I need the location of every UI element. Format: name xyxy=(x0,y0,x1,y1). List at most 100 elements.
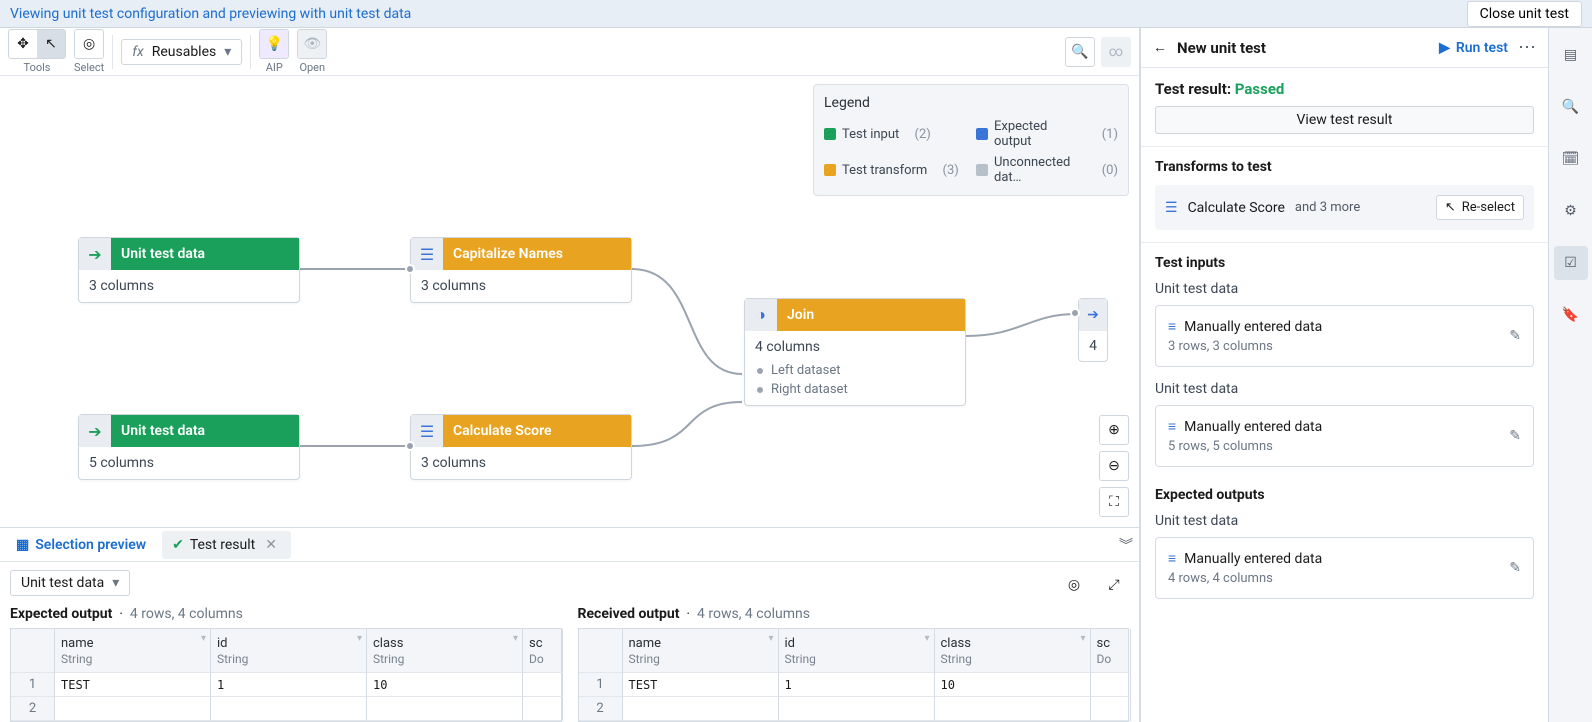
cell[interactable] xyxy=(935,697,1091,721)
zoom-in-icon: ⊕ xyxy=(1108,422,1120,438)
rail-settings[interactable]: ⚙ xyxy=(1554,194,1588,228)
cell[interactable] xyxy=(1091,697,1131,721)
reusables-label: Reusables xyxy=(152,44,217,60)
run-test-button[interactable]: ▶Run test xyxy=(1439,40,1508,56)
panel-title: New unit test xyxy=(1177,39,1266,57)
pan-tool[interactable]: ✥ xyxy=(9,30,37,58)
col-header[interactable]: class xyxy=(373,636,403,651)
caret-down-icon[interactable]: ▾ xyxy=(201,633,206,644)
cell[interactable] xyxy=(523,697,563,721)
right-rail: ▤ 🔍 🗓 ⚙ ☑ 🔖 xyxy=(1548,28,1592,722)
cell[interactable]: TEST xyxy=(55,673,211,697)
canvas[interactable]: Legend Test input (2) Expected output (1… xyxy=(0,76,1139,527)
pencil-icon: ✎ xyxy=(1509,560,1521,576)
input-arrow-icon: ➔ xyxy=(88,422,101,441)
cell[interactable]: 10 xyxy=(367,673,523,697)
tab-test-result[interactable]: ✔Test result✕ xyxy=(162,531,291,559)
col-header[interactable]: id xyxy=(785,636,796,651)
cell[interactable] xyxy=(779,697,935,721)
rail-add-panel[interactable]: ▤ xyxy=(1554,38,1588,72)
zoom-fit-button[interactable]: ⛶ xyxy=(1099,487,1129,517)
col-header[interactable]: sc xyxy=(1097,636,1111,651)
view-test-result-button[interactable]: View test result xyxy=(1155,106,1534,134)
cell[interactable] xyxy=(367,697,523,721)
rail-schedule[interactable]: 🗓 xyxy=(1554,142,1588,176)
back-button[interactable]: ← xyxy=(1153,39,1167,56)
col-header[interactable]: sc xyxy=(529,636,543,651)
cell[interactable] xyxy=(55,697,211,721)
transform-more: and 3 more xyxy=(1295,200,1360,215)
col-type: String xyxy=(373,652,404,666)
node-subtitle: 3 columns xyxy=(411,447,631,479)
open-button[interactable]: 👁 xyxy=(298,30,326,58)
col-header[interactable]: name xyxy=(61,636,94,651)
close-tab-icon[interactable]: ✕ xyxy=(261,537,281,553)
rail-tag[interactable]: 🔖 xyxy=(1554,298,1588,332)
fit-icon: ⛶ xyxy=(1109,494,1119,510)
expected-output-meta: 4 rows, 4 columns xyxy=(130,606,243,622)
rail-search[interactable]: 🔍 xyxy=(1554,90,1588,124)
caret-down-icon[interactable]: ▾ xyxy=(513,633,518,644)
cell[interactable]: TEST xyxy=(623,673,779,697)
tab-selection-preview[interactable]: ▦Selection preview xyxy=(6,531,156,559)
col-header[interactable]: name xyxy=(629,636,662,651)
node-calculate-score[interactable]: ☰Calculate Score 3 columns xyxy=(410,414,632,480)
card-subtitle: 5 rows, 5 columns xyxy=(1168,439,1322,454)
close-unit-test-button[interactable]: Close unit test xyxy=(1467,1,1582,27)
legend-label: Expected output xyxy=(994,119,1086,149)
row-index: 1 xyxy=(579,673,623,697)
edit-button[interactable]: ✎ xyxy=(1509,428,1521,444)
col-header[interactable]: class xyxy=(941,636,971,651)
cell[interactable]: 1 xyxy=(779,673,935,697)
select-tool[interactable]: ◎ xyxy=(75,30,103,58)
expand-button[interactable]: ⤢ xyxy=(1099,570,1129,600)
cell[interactable] xyxy=(1091,673,1131,697)
more-menu-button[interactable]: ⋯ xyxy=(1518,37,1536,58)
test-input-card-2[interactable]: ≡Manually entered data 5 rows, 5 columns… xyxy=(1155,405,1534,467)
zoom-in-button[interactable]: ⊕ xyxy=(1099,415,1129,445)
cell[interactable]: 10 xyxy=(935,673,1091,697)
test-input-card-1[interactable]: ≡Manually entered data 3 rows, 3 columns… xyxy=(1155,305,1534,367)
received-output-meta: 4 rows, 4 columns xyxy=(697,606,810,622)
expected-output-title: Expected output xyxy=(10,606,112,622)
legend: Legend Test input (2) Expected output (1… xyxy=(813,84,1129,196)
panel-icon: ▤ xyxy=(1564,47,1577,63)
zoom-out-button[interactable]: ⊖ xyxy=(1099,451,1129,481)
play-icon: ▶ xyxy=(1439,40,1450,56)
dataset-dropdown[interactable]: Unit test data▾ xyxy=(10,570,130,596)
node-test-input-1[interactable]: ➔Unit test data 3 columns xyxy=(78,237,300,303)
caret-down-icon[interactable]: ▾ xyxy=(357,633,362,644)
search-button[interactable]: 🔍 xyxy=(1065,37,1095,67)
reselect-button[interactable]: ↖Re-select xyxy=(1436,195,1524,220)
caret-down-icon[interactable]: ▾ xyxy=(1080,633,1085,644)
caret-down-icon[interactable]: ▾ xyxy=(768,633,773,644)
edit-button[interactable]: ✎ xyxy=(1509,560,1521,576)
link-button[interactable]: ∞ xyxy=(1101,37,1131,67)
cell[interactable]: 1 xyxy=(211,673,367,697)
join-icon: ◑ xyxy=(756,305,766,325)
reusables-dropdown[interactable]: fx Reusables ▾ xyxy=(121,39,242,65)
pointer-tool[interactable]: ↖ xyxy=(37,30,65,58)
edit-button[interactable]: ✎ xyxy=(1509,328,1521,344)
aip-button[interactable]: 💡 xyxy=(260,30,288,58)
rail-tests[interactable]: ☑ xyxy=(1554,246,1588,280)
locate-button[interactable]: ◎ xyxy=(1059,570,1089,600)
node-title: Join xyxy=(777,299,965,331)
cell[interactable] xyxy=(211,697,367,721)
collapse-panel-button[interactable]: ︾ xyxy=(1119,535,1133,555)
cell[interactable] xyxy=(623,697,779,721)
transform-icon: ☰ xyxy=(420,422,434,441)
legend-count: (2) xyxy=(915,127,931,142)
node-output-partial[interactable]: ➔ 4 xyxy=(1078,298,1108,362)
tab-label: Test result xyxy=(190,537,255,553)
cell[interactable] xyxy=(523,673,563,697)
pencil-icon: ✎ xyxy=(1509,428,1521,444)
node-capitalize-names[interactable]: ☰Capitalize Names 3 columns xyxy=(410,237,632,303)
legend-count: (0) xyxy=(1102,163,1118,178)
col-header[interactable]: id xyxy=(217,636,228,651)
node-join[interactable]: ◑Join 4 columns Left dataset Right datas… xyxy=(744,298,966,406)
caret-down-icon[interactable]: ▾ xyxy=(924,633,929,644)
expected-output-card[interactable]: ≡Manually entered data 4 rows, 4 columns… xyxy=(1155,537,1534,599)
col-type: String xyxy=(629,652,660,666)
node-test-input-2[interactable]: ➔Unit test data 5 columns xyxy=(78,414,300,480)
